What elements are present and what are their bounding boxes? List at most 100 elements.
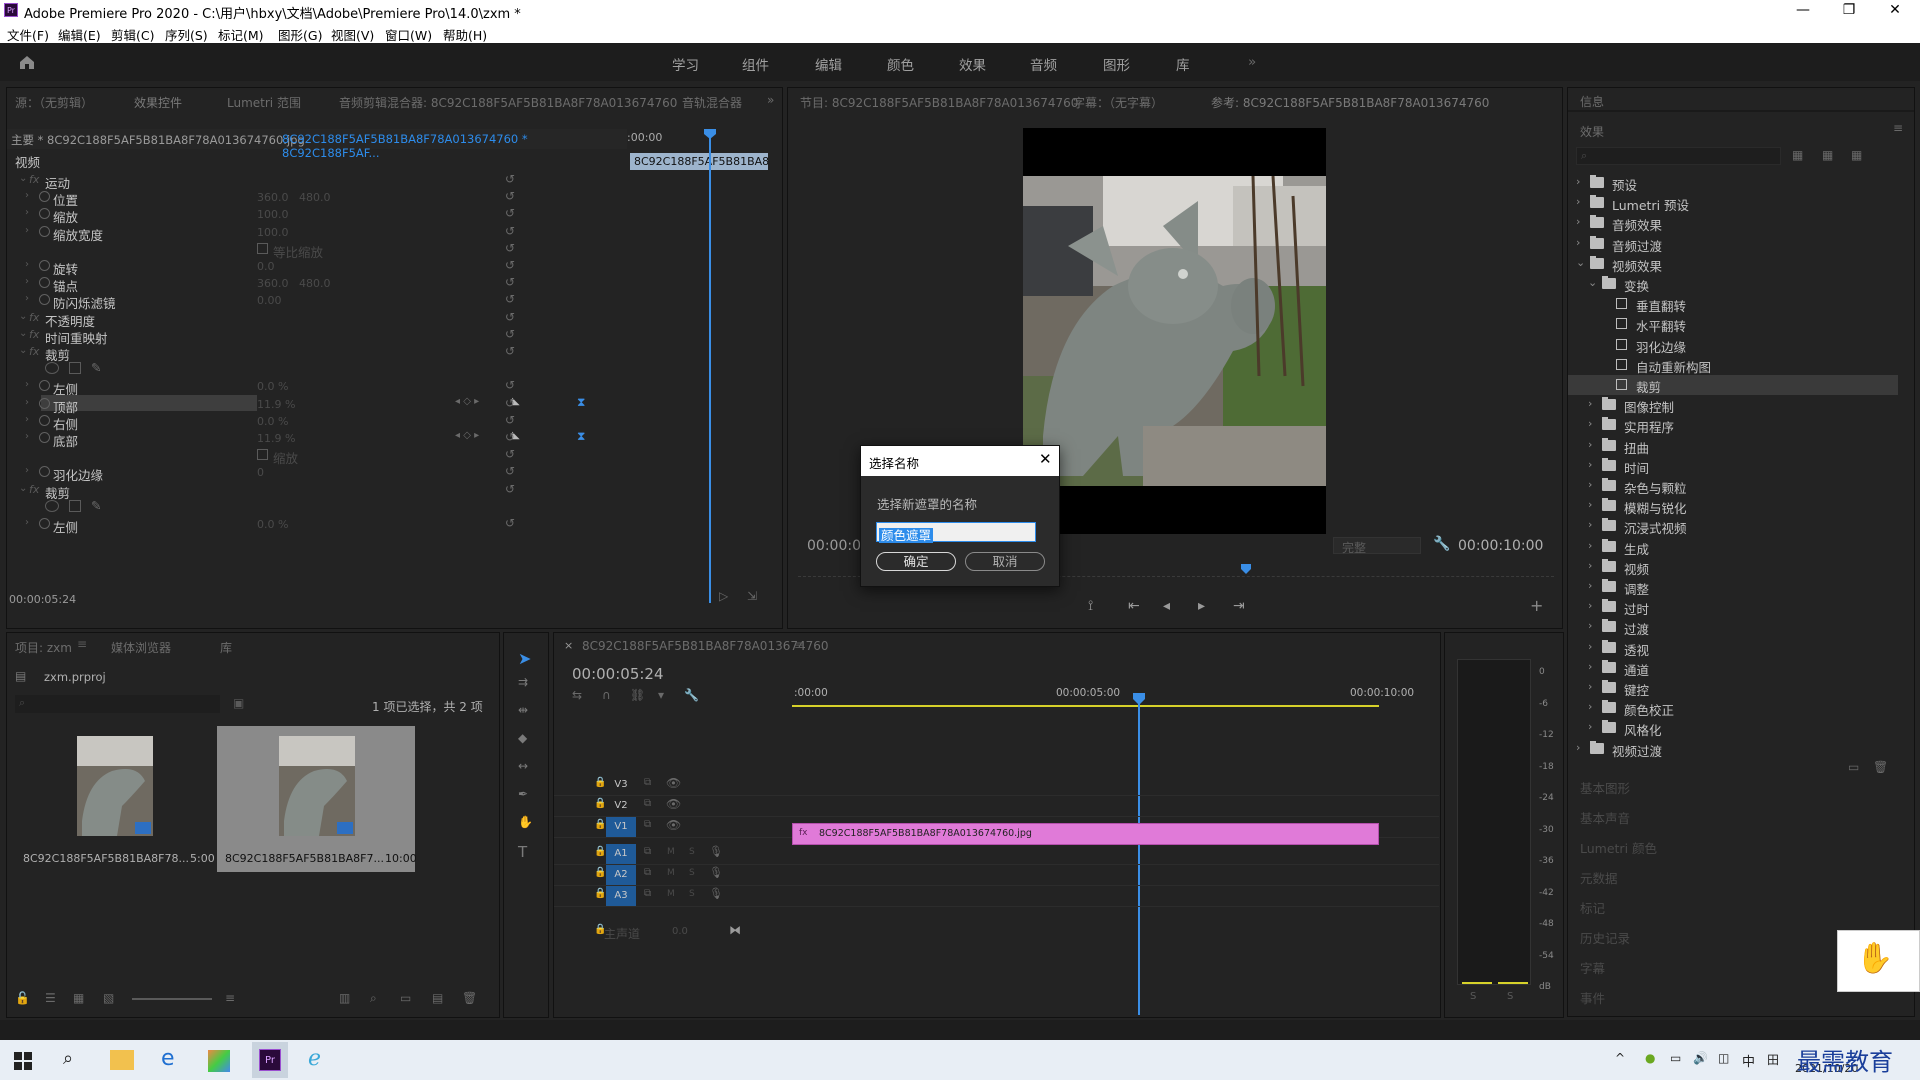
sort-icon[interactable]: ≡	[225, 991, 235, 1005]
32bit-effects-icon[interactable]: ▦	[1822, 148, 1833, 162]
timeline-clip[interactable]: fx 8C92C188F5AF5B81BA8F78A013674760.jpg	[792, 823, 1379, 845]
ellipse-mask-icon[interactable]	[45, 362, 59, 375]
expand-chevron-icon[interactable]: ›	[25, 259, 29, 270]
sync-lock-icon[interactable]: ⧉	[644, 846, 651, 857]
effect-item[interactable]: 裁剪	[1568, 375, 1898, 395]
track-lock-icon[interactable]: 🔒	[594, 777, 606, 788]
track-target-button[interactable]: V1	[606, 817, 636, 837]
track-lock-icon[interactable]: 🔒	[594, 846, 606, 857]
chevron-right-icon[interactable]: ›	[1588, 397, 1592, 410]
tab-effects[interactable]: 效果	[1580, 123, 1604, 140]
solo-button[interactable]: S	[689, 868, 695, 878]
effect-folder[interactable]: › 音频过渡	[1568, 234, 1898, 254]
eye-icon[interactable]: 👁	[666, 818, 681, 832]
effect-folder[interactable]: › 键控	[1568, 678, 1898, 698]
chevron-right-icon[interactable]: ›	[1576, 741, 1580, 754]
add-marker-icon[interactable]: ▾	[658, 688, 664, 702]
reset-icon[interactable]: ↺	[505, 241, 515, 255]
sync-lock-icon[interactable]: ⧉	[644, 867, 651, 878]
reset-icon[interactable]: ↺	[505, 275, 515, 289]
fx-toggle-icon[interactable]: fx	[29, 328, 39, 341]
stopwatch-icon[interactable]	[39, 191, 50, 203]
work-area-bar[interactable]	[792, 705, 1379, 707]
effect-folder[interactable]: › 透视	[1568, 638, 1898, 658]
effect-folder[interactable]: › 过时	[1568, 597, 1898, 617]
master-end-icon[interactable]: ⧓	[729, 923, 741, 937]
reset-icon[interactable]: ↺	[505, 447, 515, 461]
lock-icon[interactable]: 🔓	[15, 991, 30, 1005]
chevron-down-icon[interactable]: ⌄	[1576, 256, 1585, 269]
ec-playhead[interactable]	[709, 133, 711, 603]
property-value[interactable]: 100.0	[257, 226, 289, 239]
chevron-right-icon[interactable]: ›	[1588, 680, 1592, 693]
collapsed-panel-tab[interactable]: 字幕	[1580, 958, 1605, 977]
effect-folder[interactable]: › 视频过渡	[1568, 739, 1898, 759]
expand-chevron-icon[interactable]: ›	[25, 431, 29, 442]
track-lock-icon[interactable]: 🔒	[594, 819, 606, 830]
reset-icon[interactable]: ↺	[505, 224, 515, 238]
nest-icon[interactable]: ⇆	[572, 688, 582, 702]
fx-toggle-icon[interactable]: fx	[29, 483, 39, 496]
tray-expand-icon[interactable]: ^	[1615, 1051, 1625, 1065]
menu-window[interactable]: 窗口(W)	[385, 25, 432, 44]
wrench-icon[interactable]: 🔧	[1433, 536, 1450, 552]
chevron-right-icon[interactable]: ›	[1588, 478, 1592, 491]
property-value[interactable]: 360.0	[257, 191, 289, 204]
chevron-right-icon[interactable]: ›	[1588, 579, 1592, 592]
project-menu-icon[interactable]: ≡	[77, 637, 87, 651]
effect-folder[interactable]: › 图像控制	[1568, 395, 1898, 415]
windows-start-icon[interactable]	[14, 1052, 32, 1070]
expand-chevron-icon[interactable]: ›	[25, 276, 29, 287]
workspace-editing[interactable]: 编辑	[815, 54, 842, 74]
chevron-right-icon[interactable]: ›	[1588, 619, 1592, 632]
minimize-button[interactable]: —	[1780, 0, 1826, 22]
effect-folder[interactable]: › 实用程序	[1568, 415, 1898, 435]
effect-folder[interactable]: › 杂色与颗粒	[1568, 476, 1898, 496]
timeline-settings-icon[interactable]: 🔧	[684, 688, 699, 702]
go-to-out-icon[interactable]: ⇥	[1233, 598, 1245, 614]
reset-icon[interactable]: ↺	[505, 464, 515, 478]
chevron-right-icon[interactable]: ›	[1588, 539, 1592, 552]
effect-folder[interactable]: › 调整	[1568, 577, 1898, 597]
track-lock-icon[interactable]: 🔒	[594, 888, 606, 899]
effect-folder[interactable]: › 风格化	[1568, 718, 1898, 738]
add-marker-icon[interactable]: ⟟	[1088, 598, 1093, 614]
stopwatch-icon[interactable]	[39, 294, 50, 306]
effect-folder[interactable]: › 颜色校正	[1568, 698, 1898, 718]
reset-icon[interactable]: ↺	[505, 310, 515, 324]
keyframe-nav-icon[interactable]: ◂ ◇ ▸	[455, 396, 479, 407]
zoom-slider[interactable]	[132, 998, 212, 1000]
tray-app-icon[interactable]: ●	[1645, 1051, 1655, 1065]
reset-icon[interactable]: ↺	[505, 292, 515, 306]
expand-chevron-icon[interactable]: ⌄	[19, 328, 27, 339]
restore-button[interactable]: ❐	[1826, 0, 1872, 22]
clear-icon[interactable]: 🗑	[462, 991, 477, 1005]
reset-icon[interactable]: ↺	[505, 516, 515, 530]
track-lock-icon[interactable]: 🔒	[594, 798, 606, 809]
property-value[interactable]: 0.0 %	[257, 518, 288, 531]
filter-icon[interactable]: ▷	[719, 589, 728, 603]
workspace-assembly[interactable]: 组件	[742, 54, 769, 74]
type-tool-icon[interactable]: T	[518, 843, 527, 861]
tab-source[interactable]: 源：（无剪辑）	[15, 94, 93, 111]
tab-project[interactable]: 项目: zxm	[15, 639, 72, 656]
effect-folder[interactable]: › 过渡	[1568, 617, 1898, 637]
effect-folder[interactable]: ⌄ 变换	[1568, 274, 1898, 294]
microphone-icon[interactable]: 🎙	[709, 866, 723, 879]
expand-chevron-icon[interactable]: ›	[25, 190, 29, 201]
collapsed-panel-tab[interactable]: Lumetri 颜色	[1580, 838, 1657, 857]
track-target-button[interactable]: A1	[606, 844, 636, 864]
workspace-graphics[interactable]: 图形	[1103, 54, 1130, 74]
premiere-task-button[interactable]: Pr	[252, 1042, 288, 1078]
solo-right-button[interactable]: S	[1507, 991, 1513, 1002]
stopwatch-icon[interactable]	[39, 414, 50, 426]
rectangle-mask-icon[interactable]	[69, 362, 81, 375]
tab-audio-track-mixer[interactable]: 音轨混合器	[682, 94, 742, 111]
ie-browser-icon[interactable]: ℯ	[308, 1046, 321, 1071]
chevron-right-icon[interactable]: ›	[1588, 559, 1592, 572]
razor-tool-icon[interactable]: ◆	[518, 731, 527, 745]
hand-tool-icon[interactable]: ✋	[518, 815, 533, 829]
chevron-right-icon[interactable]: ›	[1576, 195, 1580, 208]
property-value[interactable]: 0.00	[257, 294, 282, 307]
effect-folder[interactable]: › 音频效果	[1568, 213, 1898, 233]
